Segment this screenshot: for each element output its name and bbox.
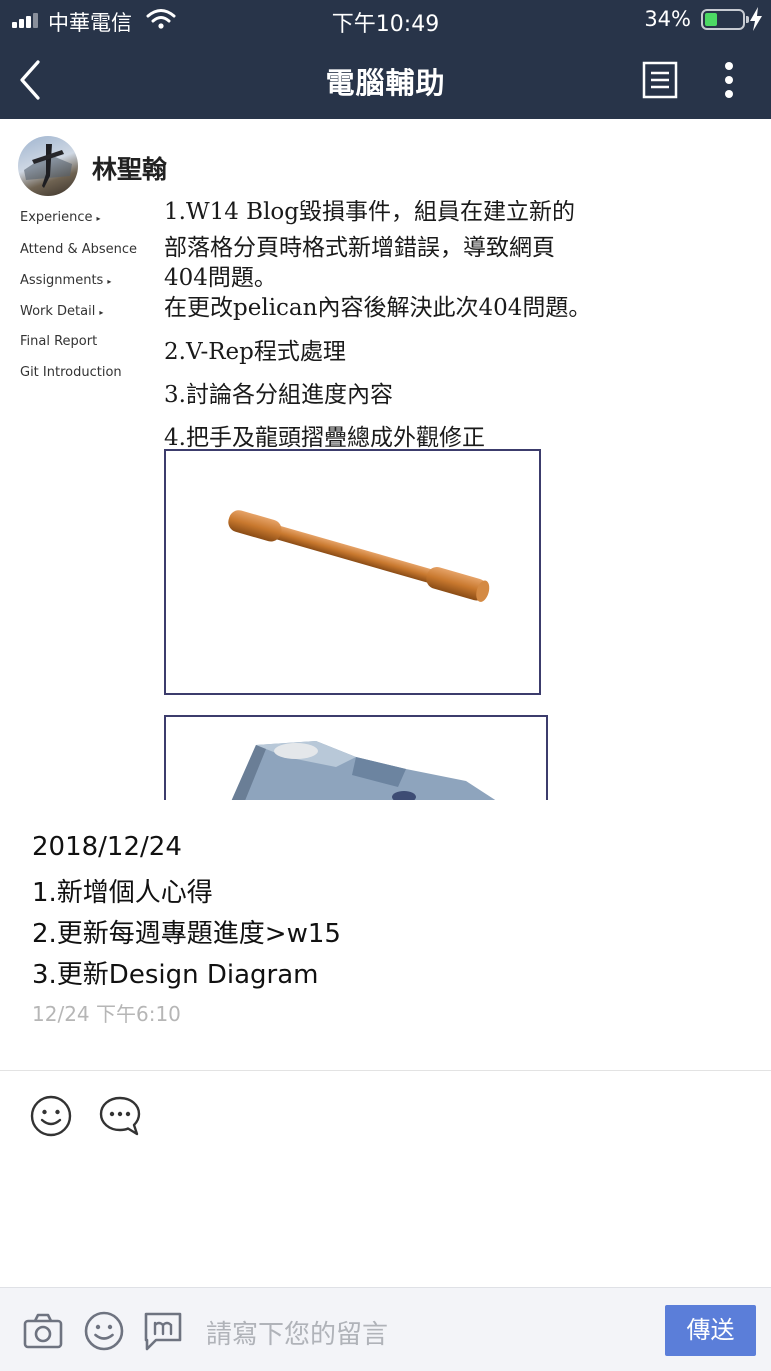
- post-text-line: 2018/12/24: [32, 832, 182, 862]
- image-doc-line: 2.V-Rep程式處理: [164, 339, 346, 365]
- image-sidebar-item: Final Report: [20, 334, 98, 349]
- smiley-icon[interactable]: [83, 1310, 125, 1352]
- avatar[interactable]: [18, 136, 78, 196]
- battery-icon: [701, 9, 749, 30]
- post-timestamp: 12/24 下午6:10: [32, 1002, 181, 1026]
- comment-bubble-icon[interactable]: [98, 1094, 142, 1138]
- comment-composer: 請寫下您的留言 傳送: [0, 1287, 771, 1371]
- image-sidebar-item: Attend & Absence: [20, 242, 138, 257]
- nav-bar: 電腦輔助: [0, 40, 771, 119]
- handlebar-rod-figure: [164, 449, 541, 695]
- image-sidebar-item: Work Detail ▸: [20, 304, 104, 319]
- post-image[interactable]: Experience ▸ Attend & Absence Assignments…: [0, 200, 771, 800]
- folding-joint-figure: [164, 715, 548, 800]
- image-sidebar-item: Git Introduction: [20, 365, 122, 380]
- top-bar: 中華電信 下午10:49 34% 電腦輔助: [0, 0, 771, 119]
- image-sidebar-item: Assignments ▸: [20, 273, 112, 288]
- author-name[interactable]: 林聖翰: [92, 150, 167, 186]
- post-text-line: 2.更新每週專題進度>w15: [32, 919, 341, 949]
- comment-input[interactable]: 請寫下您的留言: [206, 1314, 388, 1351]
- image-sidebar-item: Experience ▸: [20, 210, 101, 225]
- image-doc-line: 部落格分頁時格式新增錯誤，導致網頁: [164, 235, 555, 261]
- image-doc-line: 4.把手及龍頭摺疊總成外觀修正: [164, 425, 485, 451]
- note-list-icon[interactable]: [640, 60, 680, 100]
- battery-percent: 34%: [644, 7, 691, 31]
- charging-bolt-icon: [750, 7, 762, 31]
- camera-icon[interactable]: [22, 1310, 64, 1352]
- meme-sticker-icon[interactable]: [142, 1310, 184, 1352]
- smiley-icon[interactable]: [29, 1094, 73, 1138]
- image-doc-line: 3.討論各分組進度內容: [164, 382, 393, 408]
- post-text-line: 1.新增個人心得: [32, 878, 213, 908]
- more-vertical-icon[interactable]: [716, 60, 742, 100]
- image-doc-line: 404問題。: [164, 265, 277, 291]
- post-text-line: 3.更新Design Diagram: [32, 960, 319, 990]
- status-bar: 中華電信 下午10:49 34%: [0, 0, 771, 40]
- send-button[interactable]: 傳送: [665, 1305, 756, 1356]
- image-doc-line: 在更改pelican內容後解決此次404問題。: [164, 295, 592, 321]
- image-doc-line: 1.W14 Blog毀損事件，組員在建立新的: [164, 200, 575, 225]
- divider: [0, 1070, 771, 1071]
